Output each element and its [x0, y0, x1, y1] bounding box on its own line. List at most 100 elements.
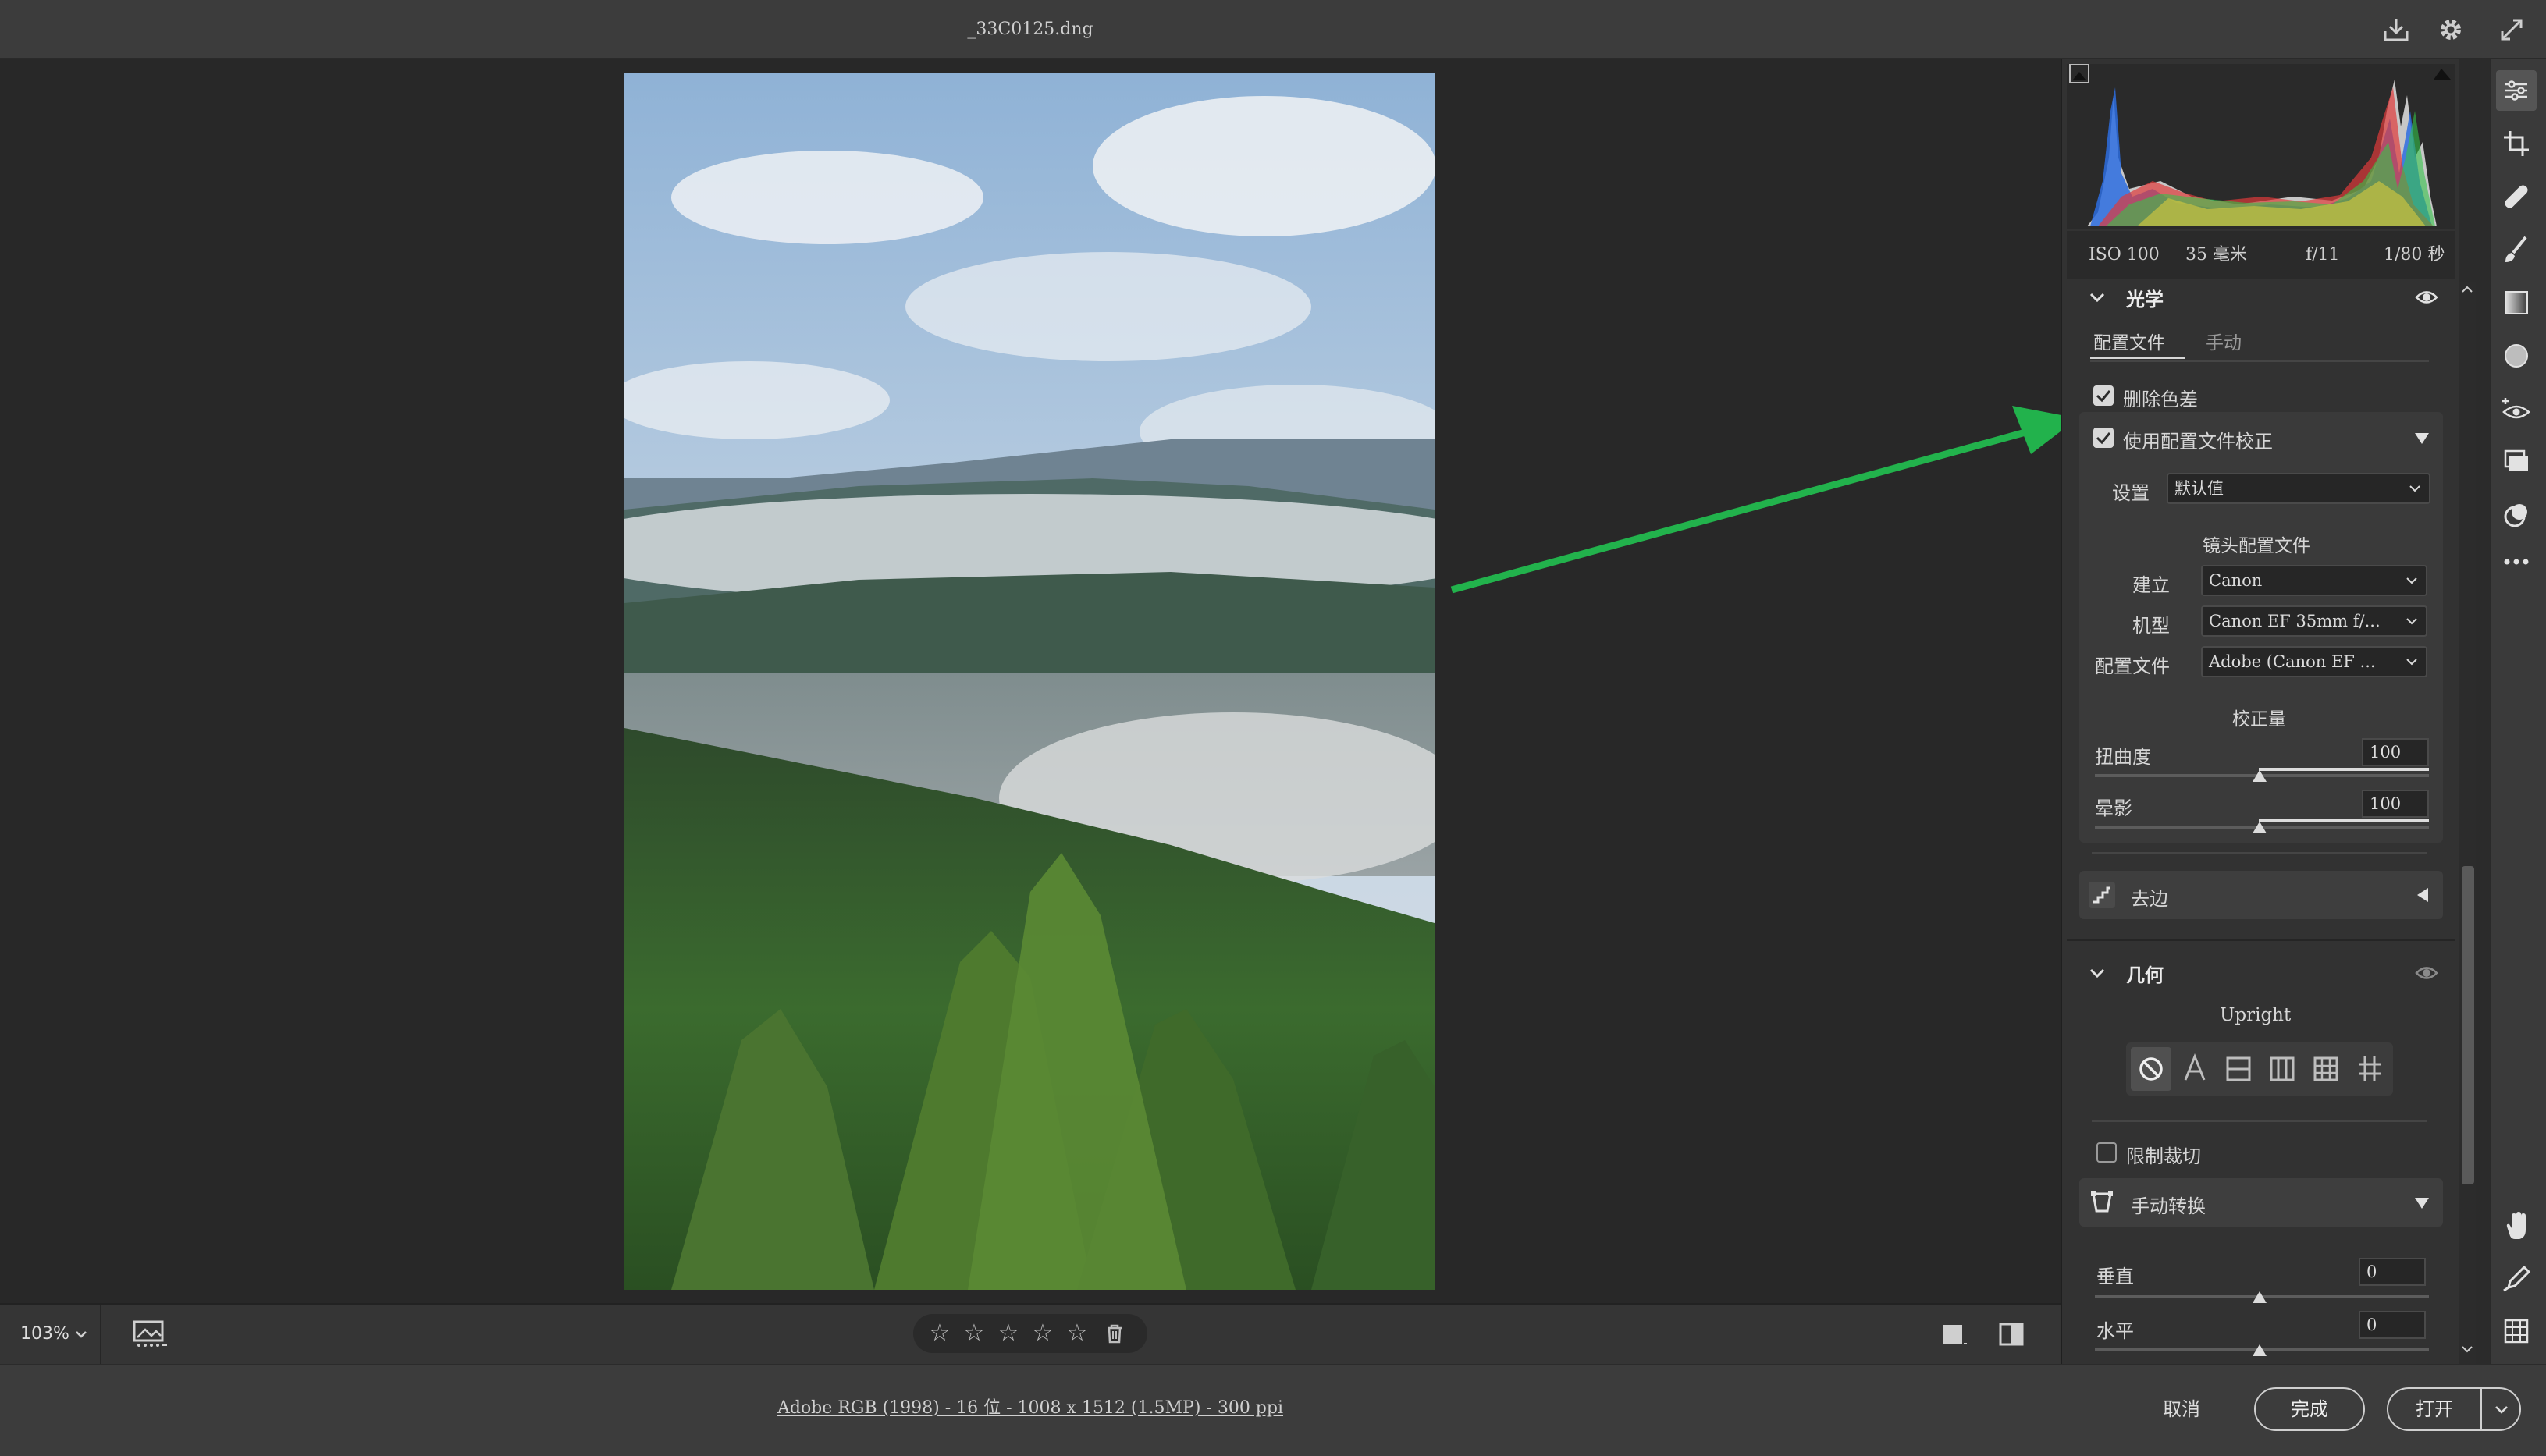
- horizontal-input[interactable]: 0: [2359, 1311, 2426, 1339]
- model-select[interactable]: Canon EF 35mm f/...: [2201, 605, 2427, 637]
- visibility-eye-icon[interactable]: [2415, 289, 2438, 306]
- hand-icon[interactable]: [2496, 1205, 2537, 1245]
- tab-profile[interactable]: 配置文件: [2093, 328, 2165, 354]
- filmstrip-icon[interactable]: [131, 1319, 170, 1350]
- vignette-slider-thumb[interactable]: [2253, 822, 2267, 833]
- collapsed-triangle-icon[interactable]: [2415, 886, 2430, 904]
- distortion-label: 扭曲度: [2095, 746, 2151, 768]
- exif-aperture: f/11: [2306, 245, 2340, 265]
- upright-off-button[interactable]: [2131, 1047, 2171, 1091]
- star-2[interactable]: ☆: [957, 1314, 991, 1353]
- upright-guided-button[interactable]: [2349, 1047, 2390, 1091]
- scroll-up-icon[interactable]: [2460, 282, 2474, 297]
- chevron-down-icon: [2406, 655, 2418, 668]
- zoom-value: 103%: [20, 1324, 69, 1344]
- before-after-icon[interactable]: [1998, 1320, 2026, 1348]
- distortion-input[interactable]: 100: [2362, 738, 2429, 766]
- more-icon[interactable]: [2496, 542, 2537, 582]
- exif-info: ISO 100 35 毫米 f/11 1/80 秒: [2067, 231, 2455, 279]
- single-view-icon[interactable]: [1940, 1320, 1968, 1348]
- optics-section-title[interactable]: 光学: [2126, 284, 2164, 311]
- profile-label: 配置文件: [2095, 655, 2170, 677]
- amount-heading: 校正量: [2232, 709, 2286, 730]
- vignette-slider-fill: [2259, 819, 2429, 822]
- make-value: Canon: [2209, 571, 2263, 590]
- cancel-button[interactable]: 取消: [2131, 1389, 2232, 1429]
- chevron-down-icon: [2409, 482, 2421, 495]
- divider: [2092, 1120, 2427, 1122]
- collapse-chevron-icon[interactable]: [2089, 289, 2106, 306]
- profile-select[interactable]: Adobe (Canon EF ...: [2201, 646, 2427, 677]
- upright-full-button[interactable]: [2306, 1047, 2346, 1091]
- scroll-down-icon[interactable]: [2460, 1342, 2474, 1356]
- remove-ca-checkbox[interactable]: [2093, 385, 2114, 406]
- upright-vertical-button[interactable]: [2262, 1047, 2302, 1091]
- transform-icon: [2089, 1189, 2115, 1216]
- expand-triangle-icon[interactable]: [2413, 1195, 2430, 1211]
- divider: [2092, 852, 2427, 854]
- expand-triangle-icon[interactable]: [2413, 431, 2430, 446]
- vertical-slider-thumb[interactable]: [2253, 1291, 2267, 1303]
- geometry-section-title[interactable]: 几何: [2126, 960, 2164, 987]
- exif-shutter: 1/80 秒: [2384, 245, 2445, 265]
- file-name: _33C0125.dng: [967, 20, 1093, 39]
- panel-scrollbar[interactable]: [2459, 282, 2476, 1364]
- use-profile-checkbox[interactable]: [2093, 428, 2114, 448]
- star-3[interactable]: ☆: [991, 1314, 1026, 1353]
- chevron-down-icon: [75, 1328, 87, 1341]
- zoom-select[interactable]: 103%: [0, 1305, 101, 1364]
- distortion-slider-thumb[interactable]: [2253, 770, 2267, 782]
- grid-overlay-icon[interactable]: [2496, 1311, 2537, 1351]
- vertical-input[interactable]: 0: [2359, 1258, 2426, 1286]
- save-icon[interactable]: [2381, 14, 2412, 45]
- done-button[interactable]: 完成: [2254, 1387, 2365, 1431]
- make-select[interactable]: Canon: [2201, 565, 2427, 596]
- brush-icon[interactable]: [2496, 229, 2537, 270]
- upright-auto-button[interactable]: [2174, 1047, 2215, 1091]
- radial-gradient-icon[interactable]: [2496, 336, 2537, 376]
- open-options-button[interactable]: [2480, 1389, 2521, 1429]
- trash-icon[interactable]: [1104, 1323, 1125, 1344]
- collapse-chevron-icon[interactable]: [2089, 964, 2106, 982]
- visibility-eye-icon[interactable]: [2415, 964, 2438, 982]
- vignette-input[interactable]: 100: [2362, 790, 2429, 818]
- star-5[interactable]: ☆: [1060, 1314, 1094, 1353]
- setup-select[interactable]: 默认值: [2167, 473, 2430, 504]
- eyedropper-icon[interactable]: [2496, 1258, 2537, 1298]
- lens-profile-heading: 镜头配置文件: [2203, 536, 2310, 556]
- edit-sliders-icon[interactable]: [2496, 70, 2537, 111]
- defringe-label: 去边: [2131, 888, 2168, 910]
- star-4[interactable]: ☆: [1026, 1314, 1060, 1353]
- exif-iso: ISO 100: [2089, 245, 2160, 265]
- healing-icon[interactable]: [2496, 176, 2537, 217]
- snapshots-icon[interactable]: [2496, 442, 2537, 482]
- constrain-crop-checkbox[interactable]: [2096, 1142, 2117, 1163]
- rating-bar: ☆ ☆ ☆ ☆ ☆: [913, 1314, 1147, 1353]
- workflow-options-link[interactable]: Adobe RGB (1998) - 16 位 - 1008 x 1512 (1…: [702, 1394, 1358, 1425]
- make-label: 建立: [2132, 574, 2170, 596]
- horizontal-slider-thumb[interactable]: [2253, 1344, 2267, 1356]
- section-divider: [2067, 939, 2455, 941]
- scroll-thumb[interactable]: [2462, 866, 2474, 1184]
- open-button[interactable]: 打开: [2387, 1387, 2521, 1431]
- tab-manual[interactable]: 手动: [2206, 328, 2242, 354]
- linear-gradient-icon[interactable]: [2496, 282, 2537, 323]
- tab-divider: [2090, 360, 2429, 362]
- chevron-down-icon: [2406, 574, 2418, 587]
- fullscreen-icon[interactable]: [2496, 14, 2527, 45]
- title-bar: [0, 0, 2546, 59]
- star-1[interactable]: ☆: [923, 1314, 957, 1353]
- gear-icon[interactable]: [2435, 14, 2466, 45]
- histogram: [2067, 64, 2455, 229]
- presets-icon[interactable]: [2496, 495, 2537, 535]
- model-value: Canon EF 35mm f/...: [2209, 612, 2381, 630]
- open-button-label[interactable]: 打开: [2388, 1389, 2480, 1429]
- annotation-arrow: [1444, 406, 2092, 609]
- upright-level-button[interactable]: [2218, 1047, 2259, 1091]
- distortion-slider-fill: [2259, 768, 2429, 771]
- red-eye-icon[interactable]: [2496, 389, 2537, 429]
- photo-preview[interactable]: [624, 73, 1435, 1290]
- profile-value: Adobe (Canon EF ...: [2209, 652, 2376, 671]
- setup-value: 默认值: [2174, 479, 2224, 498]
- crop-icon[interactable]: [2496, 123, 2537, 164]
